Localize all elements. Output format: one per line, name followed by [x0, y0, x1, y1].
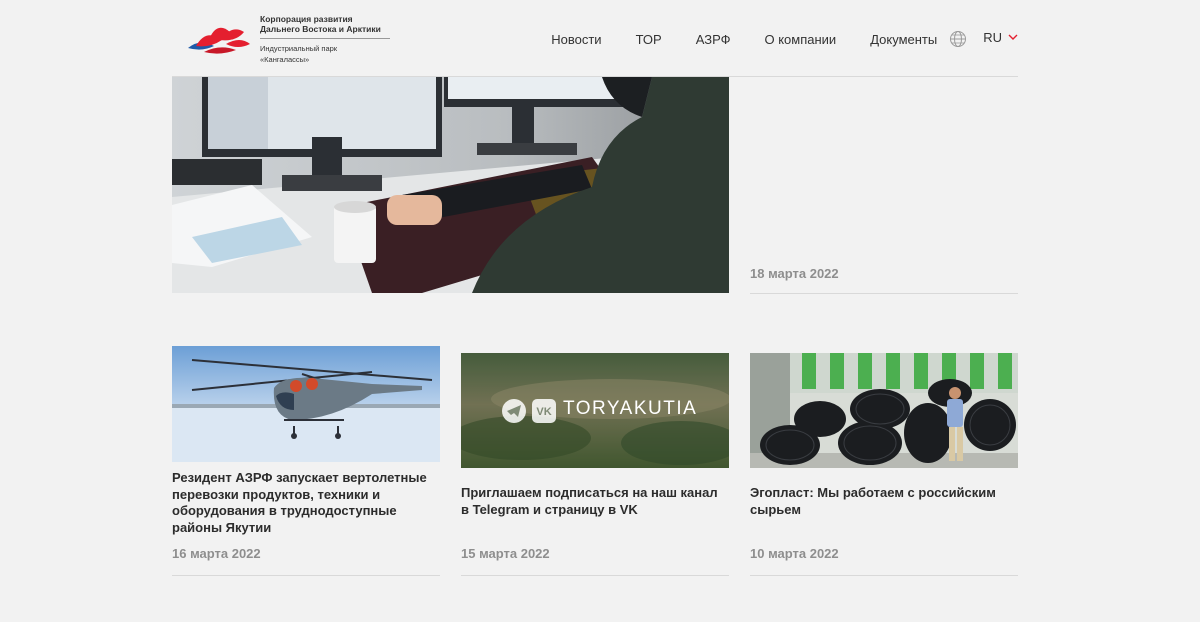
divider: [750, 575, 1018, 576]
news-card-toryakutia[interactable]: VK TORYAKUTIA Приглашаем подписаться на …: [461, 353, 729, 576]
chevron-down-icon: [1008, 34, 1018, 40]
news-card-egoplast[interactable]: Эгопласт: Мы работаем с российским сырье…: [750, 353, 1018, 576]
banner-brand-text: TORYAKUTIA: [563, 398, 698, 419]
lotus-logo-icon: [188, 27, 250, 54]
site-header: Корпорация развития Дальнего Востока и А…: [172, 0, 1018, 77]
svg-text:VK: VK: [536, 406, 551, 418]
news-card-image: [172, 346, 440, 462]
news-card-date: 15 марта 2022: [461, 546, 550, 561]
language-label: RU: [983, 29, 1002, 45]
news-card-title[interactable]: Приглашаем подписаться на наш канал в Te…: [461, 485, 729, 518]
news-card-date: 10 марта 2022: [750, 546, 839, 561]
news-card-image: [750, 353, 1018, 468]
divider: [461, 575, 729, 576]
divider: [750, 293, 1018, 294]
news-card-image: VK TORYAKUTIA: [461, 353, 729, 468]
news-card-helicopter[interactable]: Резидент АЗРФ запускает вертолетные пере…: [172, 346, 440, 576]
news-card-date: 16 марта 2022: [172, 546, 261, 561]
globe-icon[interactable]: [949, 30, 967, 48]
main-nav: Новости ТОР АЗРФ О компании Документы RU: [551, 28, 1018, 50]
site-logo[interactable]: Корпорация развития Дальнего Востока и А…: [186, 14, 396, 66]
logo-corp-name: Корпорация развития Дальнего Востока и А…: [260, 14, 381, 34]
nav-item-azrf[interactable]: АЗРФ: [696, 32, 731, 47]
pipe-coils-image: [750, 353, 1018, 468]
nav-item-about[interactable]: О компании: [765, 32, 837, 47]
nav-item-news[interactable]: Новости: [551, 32, 601, 47]
helicopter-image: [172, 346, 440, 462]
logo-park-name: Индустриальный парк «Кангалассы»: [260, 44, 338, 64]
language-selector[interactable]: RU: [983, 30, 1018, 45]
person-at-computer-image: [172, 77, 729, 293]
nav-item-tor[interactable]: ТОР: [636, 32, 662, 47]
featured-news-date: 18 марта 2022: [750, 266, 839, 281]
divider: [172, 575, 440, 576]
news-card-title[interactable]: Резидент АЗРФ запускает вертолетные пере…: [172, 470, 440, 536]
featured-news-image[interactable]: [172, 77, 729, 293]
news-card-title[interactable]: Эгопласт: Мы работаем с российским сырье…: [750, 485, 1018, 518]
nav-item-documents[interactable]: Документы: [870, 32, 937, 47]
